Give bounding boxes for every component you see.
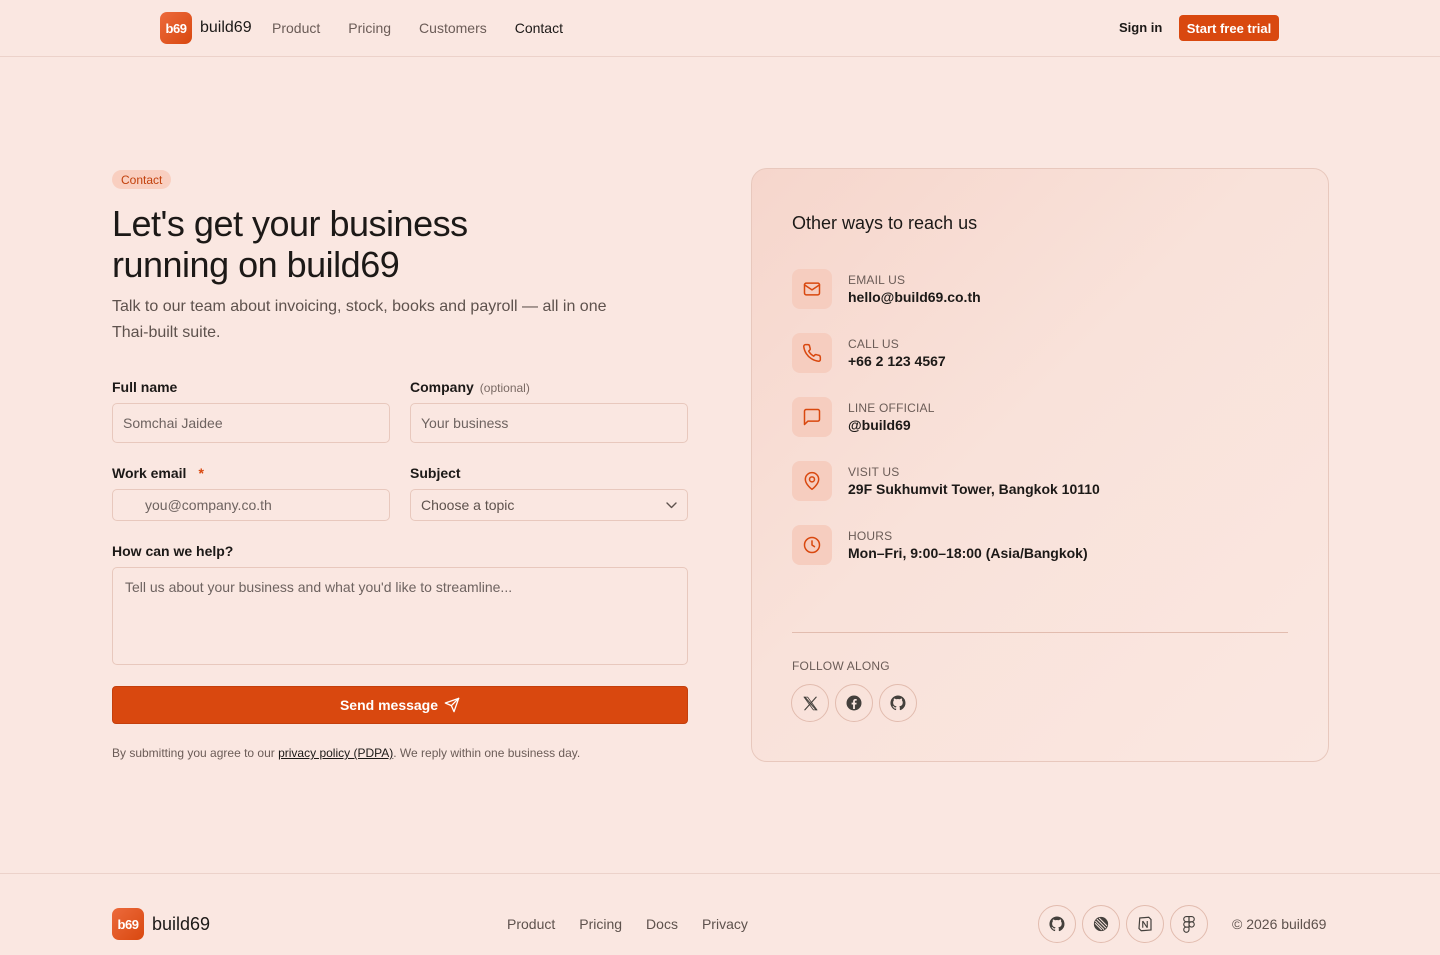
- github-icon: [889, 694, 907, 712]
- chat-icon: [792, 397, 832, 437]
- work-email-label-text: Work email: [112, 465, 187, 481]
- page-subtitle: Talk to our team about invoicing, stock,…: [112, 298, 607, 341]
- optional-tag: (optional): [479, 381, 530, 395]
- facebook-icon: [845, 694, 863, 712]
- contact-label: CALL US: [848, 337, 899, 351]
- work-email-label: Work email *: [112, 465, 204, 481]
- contact-email[interactable]: EMAIL US hello@build69.co.th: [792, 269, 981, 309]
- brand-logo-link[interactable]: b69 build69: [160, 12, 252, 44]
- work-email-input[interactable]: [112, 489, 390, 521]
- logo-badge: b69: [160, 12, 192, 44]
- footer-figma-link[interactable]: [1170, 905, 1208, 943]
- copyright: © 2026 build69: [1232, 916, 1327, 932]
- x-twitter-link[interactable]: [791, 684, 829, 722]
- contact-info-card: Other ways to reach us EMAIL US hello@bu…: [751, 168, 1329, 762]
- map-pin-icon: [792, 461, 832, 501]
- clock-icon: [792, 525, 832, 565]
- social-links: [791, 684, 917, 722]
- footer-brand-name: build69: [152, 913, 211, 934]
- privacy-policy-link[interactable]: privacy policy (PDPA): [278, 746, 393, 760]
- message-textarea[interactable]: [112, 567, 688, 665]
- subject-select-value: Choose a topic: [421, 497, 515, 513]
- brand-name: build69: [200, 19, 252, 36]
- subject-select[interactable]: Choose a topic: [410, 489, 688, 521]
- contact-value: 29F Sukhumvit Tower, Bangkok 10110: [848, 481, 1100, 497]
- x-icon: [802, 695, 819, 712]
- github-link[interactable]: [879, 684, 917, 722]
- section-pill: Contact: [112, 170, 172, 189]
- work-email-field: [112, 489, 390, 521]
- company-input[interactable]: [410, 403, 688, 443]
- footer-linear-link[interactable]: [1082, 905, 1120, 943]
- send-message-button[interactable]: Send message: [112, 686, 688, 724]
- contact-label: LINE OFFICIAL: [848, 401, 935, 415]
- github-icon: [1048, 915, 1066, 933]
- footer-nav: Product Pricing Docs Privacy: [507, 916, 748, 932]
- nav-customers[interactable]: Customers: [419, 20, 487, 36]
- main-nav: Product Pricing Customers Contact: [272, 20, 563, 36]
- contact-address[interactable]: VISIT US 29F Sukhumvit Tower, Bangkok 10…: [792, 461, 1100, 501]
- subject-label-text: Subject: [410, 465, 461, 481]
- send-message-label: Send message: [339, 697, 439, 713]
- facebook-link[interactable]: [835, 684, 873, 722]
- start-free-trial-button[interactable]: Start free trial: [1179, 15, 1279, 41]
- contact-hours: HOURS Mon–Fri, 9:00–18:00 (Asia/Bangkok): [792, 525, 1088, 565]
- disclaimer-text-after: . We reply within one business day.: [393, 746, 581, 760]
- contact-value: hello@build69.co.th: [848, 289, 981, 305]
- disclaimer-text-before: By submitting you agree to our: [112, 746, 279, 760]
- phone-icon: [792, 333, 832, 373]
- footer-nav-pricing[interactable]: Pricing: [579, 916, 622, 932]
- company-label-text: Company: [410, 379, 474, 395]
- nav-product[interactable]: Product: [272, 20, 320, 36]
- footer-notion-link[interactable]: [1126, 905, 1164, 943]
- contact-label: VISIT US: [848, 465, 900, 479]
- card-divider: [792, 632, 1288, 633]
- card-title: Other ways to reach us: [792, 213, 978, 233]
- figma-icon: [1181, 915, 1197, 933]
- page-title: Let's get your business running on build…: [112, 203, 468, 285]
- required-mark: *: [198, 465, 204, 481]
- footer-social-links: [1038, 905, 1208, 943]
- contact-value: +66 2 123 4567: [848, 353, 946, 369]
- full-name-label: Full name: [112, 379, 177, 395]
- company-label: Company (optional): [410, 379, 530, 395]
- follow-along-label: FOLLOW ALONG: [792, 659, 890, 673]
- footer-nav-privacy[interactable]: Privacy: [702, 916, 748, 932]
- contact-line[interactable]: LINE OFFICIAL @build69: [792, 397, 935, 437]
- footer-github-link[interactable]: [1038, 905, 1076, 943]
- footer-nav-docs[interactable]: Docs: [646, 916, 678, 932]
- linear-icon: [1092, 915, 1110, 933]
- footer-logo-badge: b69: [112, 908, 144, 940]
- contact-label: EMAIL US: [848, 273, 906, 287]
- privacy-disclaimer: By submitting you agree to our privacy p…: [112, 746, 580, 760]
- footer-brand-link[interactable]: b69 build69: [112, 908, 210, 940]
- notion-icon: [1136, 915, 1154, 933]
- contact-value: Mon–Fri, 9:00–18:00 (Asia/Bangkok): [848, 545, 1088, 561]
- footer-nav-product[interactable]: Product: [507, 916, 555, 932]
- contact-value: @build69: [848, 417, 911, 433]
- send-icon: [444, 697, 460, 713]
- mail-icon: [792, 269, 832, 309]
- contact-label: HOURS: [848, 529, 893, 543]
- subject-label: Subject: [410, 465, 461, 481]
- footer-divider: [0, 873, 1440, 874]
- full-name-label-text: Full name: [112, 379, 178, 395]
- contact-phone[interactable]: CALL US +66 2 123 4567: [792, 333, 946, 373]
- message-label: How can we help?: [112, 543, 233, 559]
- chevron-down-icon: [666, 501, 677, 509]
- message-label-text: How can we help?: [112, 543, 234, 559]
- site-header: b69 build69 Product Pricing Customers Co…: [0, 0, 1440, 57]
- nav-contact[interactable]: Contact: [515, 20, 563, 36]
- sign-in-link[interactable]: Sign in: [1119, 20, 1162, 35]
- nav-pricing[interactable]: Pricing: [348, 20, 391, 36]
- full-name-input[interactable]: [112, 403, 390, 443]
